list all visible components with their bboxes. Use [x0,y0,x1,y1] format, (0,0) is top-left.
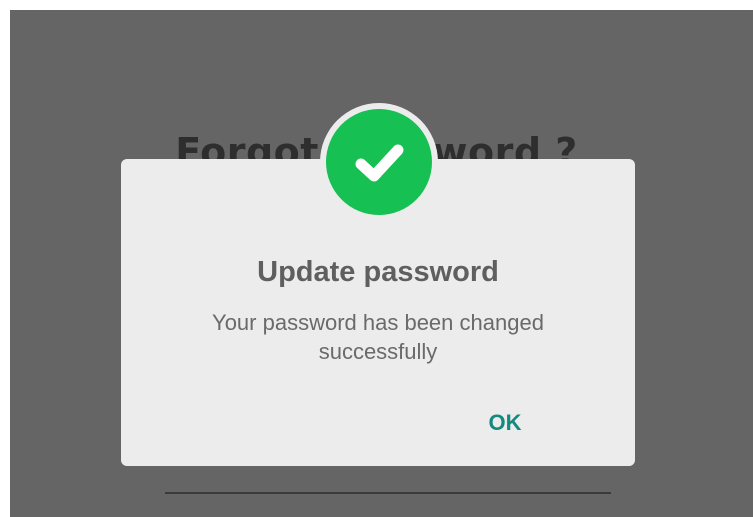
input-underline [165,492,611,494]
dialog-title: Update password [257,256,499,288]
dialog-message: Your password has been changed successfu… [212,310,544,364]
ok-button[interactable]: OK [475,403,535,443]
checkmark-icon [355,144,404,182]
check-circle-icon [326,109,432,215]
